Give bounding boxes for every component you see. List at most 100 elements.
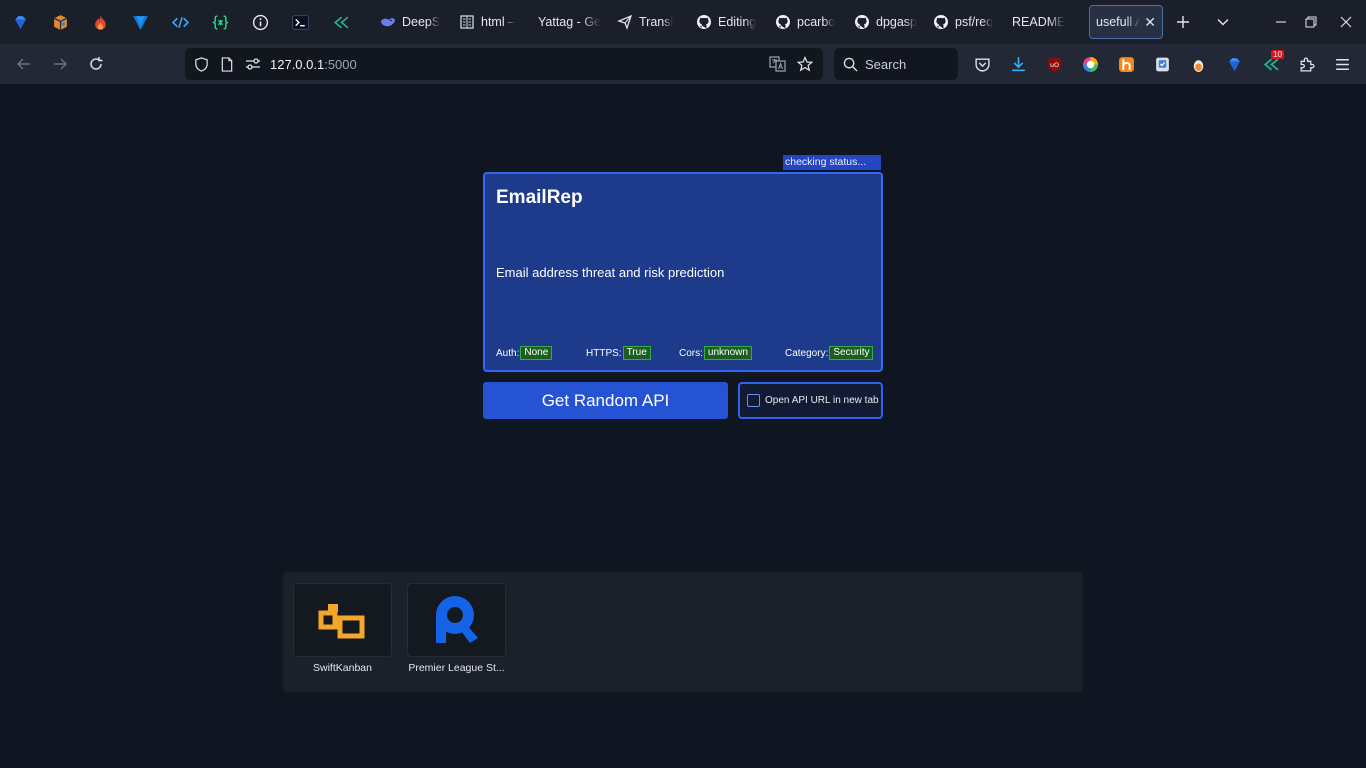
- tab-label: psf/req: [955, 15, 994, 29]
- tab-label: Yattag - Ge: [538, 15, 601, 29]
- api-title: EmailRep: [496, 187, 583, 208]
- hamburger-menu-icon: [1335, 58, 1349, 70]
- status-indicator: checking status...: [783, 155, 881, 170]
- download-icon: [1011, 56, 1025, 71]
- tab-label: usefull AP: [1096, 15, 1140, 29]
- tab-pcarbo[interactable]: pcarbo: [767, 5, 846, 39]
- get-random-api-button[interactable]: Get Random API: [483, 382, 728, 419]
- auth-label: Auth:: [496, 347, 520, 359]
- tab-yattag[interactable]: Yattag - Ge: [530, 5, 609, 39]
- notification-badge: 10: [1271, 50, 1284, 59]
- api-meta-https: HTTPS: True: [586, 346, 651, 360]
- book-icon: [459, 14, 475, 30]
- close-window-button[interactable]: [1326, 0, 1366, 44]
- toolbar-extensions: uO 10: [964, 44, 1360, 84]
- pocket-button[interactable]: [964, 44, 1000, 84]
- tab-editing[interactable]: Editing: [688, 5, 767, 39]
- plus-icon: [1177, 16, 1189, 28]
- tab-label: Editing: [718, 15, 757, 29]
- honey-extension[interactable]: [1108, 44, 1144, 84]
- minimize-button[interactable]: [1266, 0, 1296, 44]
- arrow-right-icon: [54, 58, 67, 70]
- restore-icon: [1305, 16, 1317, 28]
- category-label: Category:: [785, 347, 829, 359]
- minimize-icon: [1276, 21, 1286, 23]
- drop-icon: [1193, 59, 1203, 72]
- ublock-icon: uO: [1047, 56, 1061, 72]
- shield-icon[interactable]: [188, 48, 214, 80]
- new-tab-button[interactable]: [1163, 0, 1203, 44]
- diamond-icon: [14, 15, 26, 29]
- site-settings-icon[interactable]: [240, 48, 266, 80]
- tab-active-usefull-apis[interactable]: usefull AP ✕: [1089, 5, 1163, 39]
- pinned-tab-flame[interactable]: [80, 0, 120, 44]
- downloads-button[interactable]: [1000, 44, 1036, 84]
- tab-label: Transl: [639, 15, 674, 29]
- tab-dpgasp[interactable]: dpgasp: [846, 5, 925, 39]
- page-icon[interactable]: [214, 48, 240, 80]
- pocket-icon: [974, 57, 990, 72]
- forward-button[interactable]: [42, 44, 78, 84]
- tab-readme[interactable]: README: [1004, 5, 1083, 39]
- translate-icon[interactable]: [763, 48, 791, 80]
- tab-psf-requests[interactable]: psf/req: [925, 5, 1004, 39]
- api-card: EmailRep Email address threat and risk p…: [483, 172, 883, 372]
- clipboard-extension[interactable]: [1144, 44, 1180, 84]
- reload-button[interactable]: [78, 44, 114, 84]
- braces-icon: [211, 14, 229, 30]
- pinned-tab-package[interactable]: [40, 0, 80, 44]
- app-menu-button[interactable]: [1324, 44, 1360, 84]
- drop-extension[interactable]: [1180, 44, 1216, 84]
- url-port: :5000: [324, 56, 357, 72]
- search-icon: [843, 57, 858, 72]
- https-badge: True: [622, 346, 651, 360]
- open-in-new-tab-option[interactable]: Open API URL in new tab: [738, 382, 883, 419]
- close-icon: [1340, 16, 1352, 28]
- shortcut-swiftkanban[interactable]: SwiftKanban: [293, 583, 392, 683]
- pinned-tab-diamond[interactable]: [0, 0, 40, 44]
- bookmark-star-icon[interactable]: [791, 48, 819, 80]
- flame-icon: [94, 14, 106, 30]
- pinned-tab-vuetify[interactable]: [120, 0, 160, 44]
- cors-badge: unknown: [703, 346, 752, 360]
- vuetify-icon: [132, 15, 148, 30]
- tab-html[interactable]: html –: [451, 5, 530, 39]
- arrows-extension[interactable]: 10: [1252, 44, 1288, 84]
- github-icon: [933, 14, 949, 30]
- info-icon: [252, 14, 268, 30]
- cors-label: Cors:: [679, 347, 703, 359]
- arrows-icon: [333, 16, 348, 28]
- open-in-new-tab-checkbox[interactable]: [747, 394, 760, 407]
- color-picker-extension[interactable]: [1072, 44, 1108, 84]
- search-placeholder: Search: [865, 56, 907, 72]
- window-controls: [1266, 0, 1366, 44]
- url-bar[interactable]: 127.0.0.1:5000: [185, 48, 823, 80]
- clipboard-icon: [1155, 57, 1169, 71]
- api-meta-cors: Cors: unknown: [679, 346, 752, 360]
- shortcut-premier-league[interactable]: Premier League St...: [407, 583, 506, 683]
- list-all-tabs-button[interactable]: [1203, 0, 1243, 44]
- arrow-left-icon: [17, 58, 30, 70]
- tab-translate[interactable]: Transl: [609, 5, 688, 39]
- api-description: Email address threat and risk prediction: [496, 265, 725, 280]
- pinned-tab-code[interactable]: [160, 0, 200, 44]
- ublock-extension[interactable]: uO: [1036, 44, 1072, 84]
- tab-label: html –: [481, 15, 516, 29]
- close-icon[interactable]: ✕: [1144, 14, 1156, 31]
- restore-button[interactable]: [1296, 0, 1326, 44]
- category-badge: Security: [829, 346, 874, 360]
- pinned-tab-arrows[interactable]: [320, 0, 360, 44]
- package-icon: [53, 14, 67, 30]
- gem-extension[interactable]: [1216, 44, 1252, 84]
- tab-deepseek[interactable]: DeepS: [372, 5, 451, 39]
- pinned-tab-info[interactable]: [240, 0, 280, 44]
- pinned-tab-terminal[interactable]: [280, 0, 320, 44]
- back-button[interactable]: [6, 44, 42, 84]
- tab-label: README: [1012, 15, 1066, 29]
- extensions-button[interactable]: [1288, 44, 1324, 84]
- search-input[interactable]: Search: [834, 48, 958, 80]
- api-meta-auth: Auth: None: [496, 346, 553, 360]
- url-host: 127.0.0.1: [270, 56, 325, 72]
- tab-label: pcarbo: [797, 15, 836, 29]
- pinned-tab-braces[interactable]: [200, 0, 240, 44]
